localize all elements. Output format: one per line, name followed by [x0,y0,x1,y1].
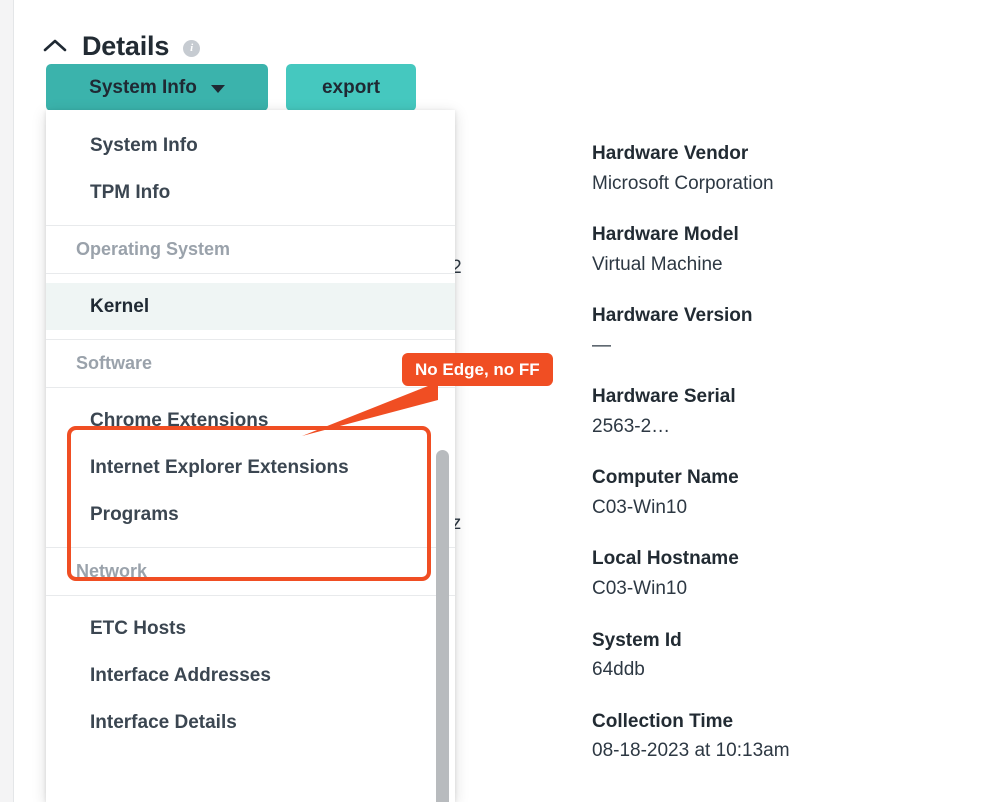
caret-down-icon [210,84,225,93]
dropdown-item-internet-explorer-extensions[interactable]: Internet Explorer Extensions [46,444,455,491]
detail-field-value: 64ddb [592,659,645,681]
dropdown-item-tpm-info[interactable]: TPM Info [46,169,455,216]
system-info-button-label: System Info [89,77,197,98]
detail-field-label: System Id [592,629,682,651]
detail-field-value: 2563-2… [592,415,671,437]
detail-field: System Id 64ddb [592,627,972,684]
detail-field-value: C03-Win10 [592,496,688,518]
system-info-dropdown-menu[interactable]: System Info TPM Info Operating System Kerne… [46,110,455,802]
dropdown-spacer [46,330,455,339]
detail-field-label: Collection Time [592,710,734,732]
details-toolbar: System Info export [46,64,416,111]
info-icon[interactable]: i [183,39,201,57]
detail-field-value: C03-Win10 [592,578,688,600]
detail-field: Computer Name C03-Win10 [592,464,972,521]
dropdown-group-header-network: Network [46,548,455,595]
dropdown-item-system-info[interactable]: System Info [46,122,455,169]
dropdown-item-etc-hosts[interactable]: ETC Hosts [46,605,455,652]
detail-field: Hardware Version — [592,302,972,359]
system-info-dropdown-button[interactable]: System Info [46,64,268,111]
details-panel-screen: Details i System Info export 582 Hz Syst… [0,0,999,802]
callout-label: No Edge, no FF [402,353,553,386]
page-left-gutter [0,0,13,802]
dropdown-spacer [46,216,455,225]
detail-field-value: — [592,334,611,356]
detail-field-value: Virtual Machine [592,253,723,275]
dropdown-spacer [46,746,455,755]
detail-field-label: Hardware Model [592,224,739,246]
dropdown-item-interface-details[interactable]: Interface Details [46,699,455,746]
system-info-detail-list: Hardware Vendor Microsoft Corporation Hard… [592,140,972,789]
detail-field: Collection Time 08-18-2023 at 10:13am [592,708,972,765]
details-header: Details i [42,28,201,64]
chevron-up-icon[interactable] [42,33,68,59]
dropdown-spacer [46,596,455,605]
dropdown-item-interface-addresses[interactable]: Interface Addresses [46,652,455,699]
dropdown-spacer [46,274,455,283]
detail-field: Local Hostname C03-Win10 [592,545,972,602]
detail-field: Hardware Model Virtual Machine [592,221,972,278]
dropdown-group-header-operating-system: Operating System [46,226,455,273]
page-title: Details [82,30,170,61]
page-left-gutter-border [13,0,14,802]
detail-field-value: 08-18-2023 at 10:13am [592,740,790,762]
detail-field-label: Hardware Serial [592,386,736,408]
detail-field-value: Microsoft Corporation [592,172,774,194]
dropdown-item-programs[interactable]: Programs [46,491,455,538]
dropdown-spacer [46,110,455,122]
detail-field: Hardware Vendor Microsoft Corporation [592,140,972,197]
detail-field-label: Hardware Vendor [592,143,749,164]
dropdown-scrollbar-thumb[interactable] [436,450,449,802]
callout-pointer-icon [302,382,438,436]
detail-field-label: Local Hostname [592,548,739,570]
dropdown-spacer [46,538,455,547]
detail-field-label: Hardware Version [592,305,753,327]
export-button[interactable]: export [286,64,416,111]
dropdown-item-kernel[interactable]: Kernel [46,283,455,330]
detail-field: Hardware Serial 2563-2… [592,383,972,440]
detail-field-label: Computer Name [592,467,739,489]
